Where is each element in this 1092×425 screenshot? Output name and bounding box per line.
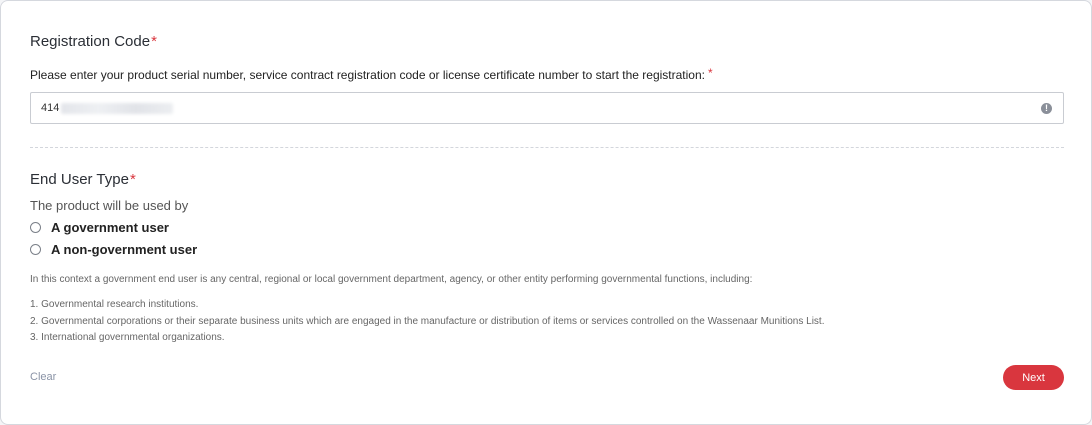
exclamation-circle-icon: ! xyxy=(1041,103,1052,114)
definition-list-item: 3. International governmental organizati… xyxy=(30,332,225,343)
registration-code-title: Registration Code xyxy=(30,33,151,50)
section-divider xyxy=(30,147,1064,148)
end-user-type-heading: End User Type* xyxy=(30,171,136,188)
radio-government-user[interactable]: A government user xyxy=(30,220,169,235)
radio-button[interactable] xyxy=(30,244,41,255)
clear-link[interactable]: Clear xyxy=(30,371,56,383)
registration-code-heading: Registration Code* xyxy=(30,33,157,50)
radio-label[interactable]: A government user xyxy=(51,220,169,235)
government-definition-intro: In this context a government end user is… xyxy=(30,274,753,285)
definition-list-item: 1. Governmental research institutions. xyxy=(30,299,199,310)
radio-non-government-user[interactable]: A non-government user xyxy=(30,242,197,257)
end-user-subtitle: The product will be used by xyxy=(30,198,189,213)
registration-code-value: 414 xyxy=(41,102,60,114)
registration-code-input[interactable]: 414 ! xyxy=(30,92,1064,124)
required-mark: * xyxy=(708,66,713,80)
registration-prompt-text: Please enter your product serial number,… xyxy=(30,68,705,82)
registration-prompt: Please enter your product serial number,… xyxy=(30,66,713,82)
definition-list-item: 2. Governmental corporations or their se… xyxy=(30,316,825,327)
redacted-value xyxy=(61,103,173,114)
required-mark: * xyxy=(129,171,136,188)
required-mark: * xyxy=(151,33,157,50)
next-button[interactable]: Next xyxy=(1003,365,1064,390)
radio-button[interactable] xyxy=(30,222,41,233)
end-user-type-title: End User Type xyxy=(30,171,129,188)
radio-label[interactable]: A non-government user xyxy=(51,242,197,257)
registration-card: Registration Code* Please enter your pro… xyxy=(0,0,1092,425)
